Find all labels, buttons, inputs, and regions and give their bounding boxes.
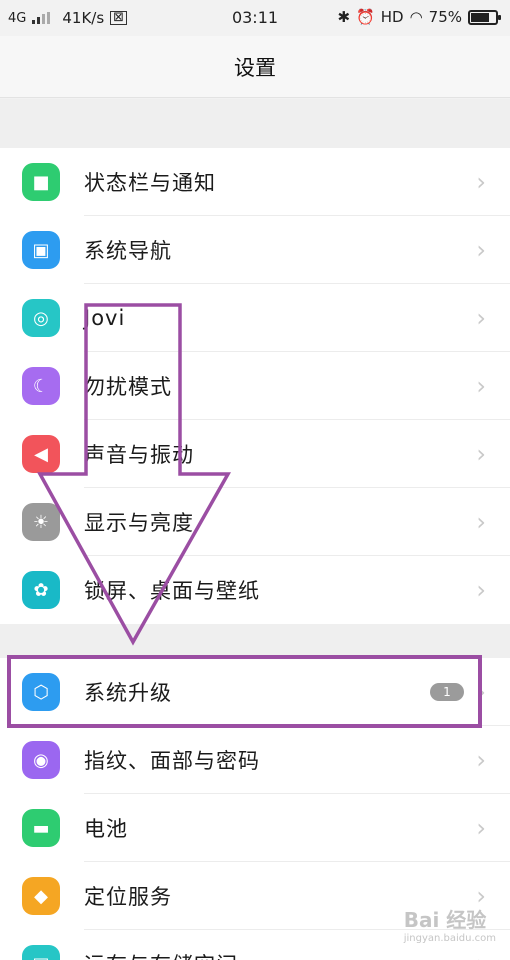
settings-item[interactable]: ▣ 系统导航 ›	[0, 216, 510, 284]
settings-item-label: 电池	[84, 817, 128, 841]
settings-item[interactable]: ◎ Jovi ›	[0, 284, 510, 352]
settings-item[interactable]: ☾ 勿扰模式 ›	[0, 352, 510, 420]
settings-item[interactable]: ⬡ 系统升级 1 ›	[0, 658, 510, 726]
settings-item-label: 指纹、面部与密码	[84, 749, 260, 773]
header: 设置	[0, 36, 510, 98]
battery-percent: 75%	[428, 8, 462, 26]
settings-item-label: Jovi	[84, 306, 126, 330]
chevron-right-icon: ›	[476, 168, 486, 196]
location-icon: ◆	[22, 877, 60, 915]
settings-item-label: 声音与振动	[84, 443, 194, 467]
battery-status-icon	[468, 9, 501, 25]
settings-item[interactable]: ▬ 电池 ›	[0, 794, 510, 862]
update-count-badge: 1	[430, 683, 464, 701]
section-gap	[0, 99, 510, 148]
chevron-right-icon: ›	[476, 950, 486, 960]
speaker-icon: ◀	[22, 435, 60, 473]
alarm-icon: ⏰	[356, 8, 375, 26]
wifi-icon: ◠	[409, 8, 423, 26]
hd-indicator: HD	[380, 8, 404, 26]
storage-icon: ▤	[22, 945, 60, 960]
system-update-icon: ⬡	[22, 673, 60, 711]
settings-group-display: ■ 状态栏与通知 › ▣ 系统导航 › ◎ Jovi › ☾ 勿扰模式 › ◀ 声音与振动 › ☀ 显示与亮度 ›…	[0, 148, 510, 624]
settings-item[interactable]: ☀ 显示与亮度 ›	[0, 488, 510, 556]
watermark: Bai 经验 jingyan.baidu.com	[404, 904, 496, 944]
settings-item-label: 显示与亮度	[84, 511, 194, 535]
settings-item[interactable]: ■ 状态栏与通知 ›	[0, 148, 510, 216]
fingerprint-icon: ◉	[22, 741, 60, 779]
watermark-brand: Bai 经验	[403, 908, 487, 932]
navigation-icon: ▣	[22, 231, 60, 269]
settings-item-label: 系统升级	[84, 681, 172, 705]
settings-item[interactable]: ◀ 声音与振动 ›	[0, 420, 510, 488]
settings-item-label: 运存与存储空间	[84, 949, 238, 960]
settings-item-label: 状态栏与通知	[84, 171, 216, 195]
status-right: ✱ ⏰ HD ◠ 75%	[337, 8, 501, 26]
chevron-right-icon: ›	[476, 440, 486, 468]
chevron-right-icon: ›	[476, 304, 486, 332]
watermark-url: jingyan.baidu.com	[403, 933, 496, 944]
chevron-right-icon: ›	[476, 508, 486, 536]
chevron-right-icon: ›	[476, 372, 486, 400]
settings-item-label: 定位服务	[84, 885, 172, 909]
settings-item-label: 勿扰模式	[84, 375, 172, 399]
chevron-right-icon: ›	[476, 236, 486, 264]
chevron-right-icon: ›	[476, 814, 486, 842]
battery-icon: ▬	[22, 809, 60, 847]
settings-item-label: 系统导航	[84, 239, 172, 263]
settings-item[interactable]: ✿ 锁屏、桌面与壁纸 ›	[0, 556, 510, 624]
settings-item-label: 锁屏、桌面与壁纸	[84, 579, 260, 603]
brightness-icon: ☀	[22, 503, 60, 541]
moon-icon: ☾	[22, 367, 60, 405]
chevron-right-icon: ›	[476, 746, 486, 774]
bluetooth-icon: ✱	[337, 8, 351, 26]
palette-icon: ✿	[22, 571, 60, 609]
settings-item[interactable]: ◉ 指纹、面部与密码 ›	[0, 726, 510, 794]
notification-icon: ■	[22, 163, 60, 201]
chevron-right-icon: ›	[476, 576, 486, 604]
section-gap	[0, 624, 510, 658]
jovi-icon: ◎	[22, 299, 60, 337]
status-bar: 4G 41K/s ⊠ 03:11 ✱ ⏰ HD ◠ 75%	[0, 0, 510, 36]
page-title: 设置	[234, 55, 276, 80]
chevron-right-icon: ›	[476, 678, 486, 706]
